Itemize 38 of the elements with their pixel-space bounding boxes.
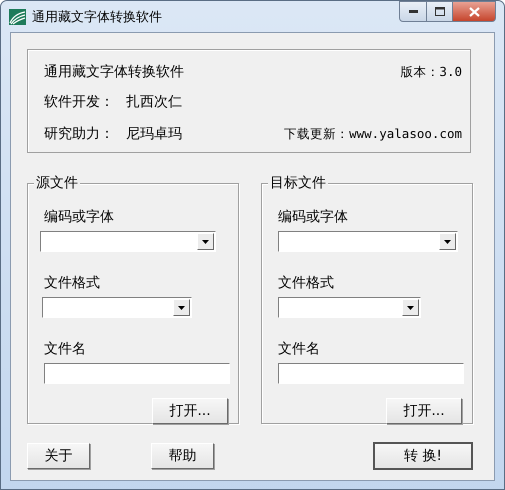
close-icon xyxy=(468,6,480,16)
maximize-button[interactable] xyxy=(427,1,453,22)
dropdown[interactable] xyxy=(42,297,192,318)
group-title: 源文件 xyxy=(34,174,80,192)
dropdown-arrow-icon xyxy=(444,240,451,244)
field-label: 文件名 xyxy=(278,340,320,358)
developer-label: 软件开发： xyxy=(44,92,114,110)
dialog-button[interactable]: 关于 xyxy=(27,443,90,469)
app-name: 通用藏文字体转换软件 xyxy=(44,63,184,81)
version-text: 版本：3.0 xyxy=(400,64,462,80)
field-label: 文件格式 xyxy=(278,274,334,292)
dropdown-arrow-icon xyxy=(178,306,185,310)
dropdown-arrow-icon xyxy=(407,306,414,310)
dropdown[interactable] xyxy=(40,231,216,252)
field-label: 文件格式 xyxy=(44,274,100,292)
window-title: 通用藏文字体转换软件 xyxy=(32,8,162,26)
field-label: 编码或字体 xyxy=(278,208,348,226)
open-button[interactable]: 打开... xyxy=(152,398,228,424)
minimize-button[interactable] xyxy=(399,1,427,22)
dialog-button[interactable]: 帮助 xyxy=(151,443,214,469)
group-title: 目标文件 xyxy=(268,174,328,192)
dropdown-arrow-icon xyxy=(202,240,209,244)
maximize-icon xyxy=(434,7,444,16)
field-label: 文件名 xyxy=(44,340,86,358)
app-icon xyxy=(9,8,26,24)
developer-name: 扎西次仁 xyxy=(126,92,182,110)
filename-field[interactable] xyxy=(278,363,464,384)
filename-field[interactable] xyxy=(44,363,230,384)
open-button[interactable]: 打开... xyxy=(386,398,462,424)
dropdown[interactable] xyxy=(278,297,421,318)
download-text: 下载更新：www.yalasoo.com xyxy=(284,126,462,142)
assistant-name: 尼玛卓玛 xyxy=(126,125,182,143)
dropdown[interactable] xyxy=(278,231,458,252)
close-button[interactable] xyxy=(453,1,496,22)
field-label: 编码或字体 xyxy=(44,208,114,226)
minimize-icon xyxy=(408,10,418,13)
assistant-label: 研究助力： xyxy=(44,125,114,143)
dialog-button[interactable]: 转 换! xyxy=(373,442,473,470)
